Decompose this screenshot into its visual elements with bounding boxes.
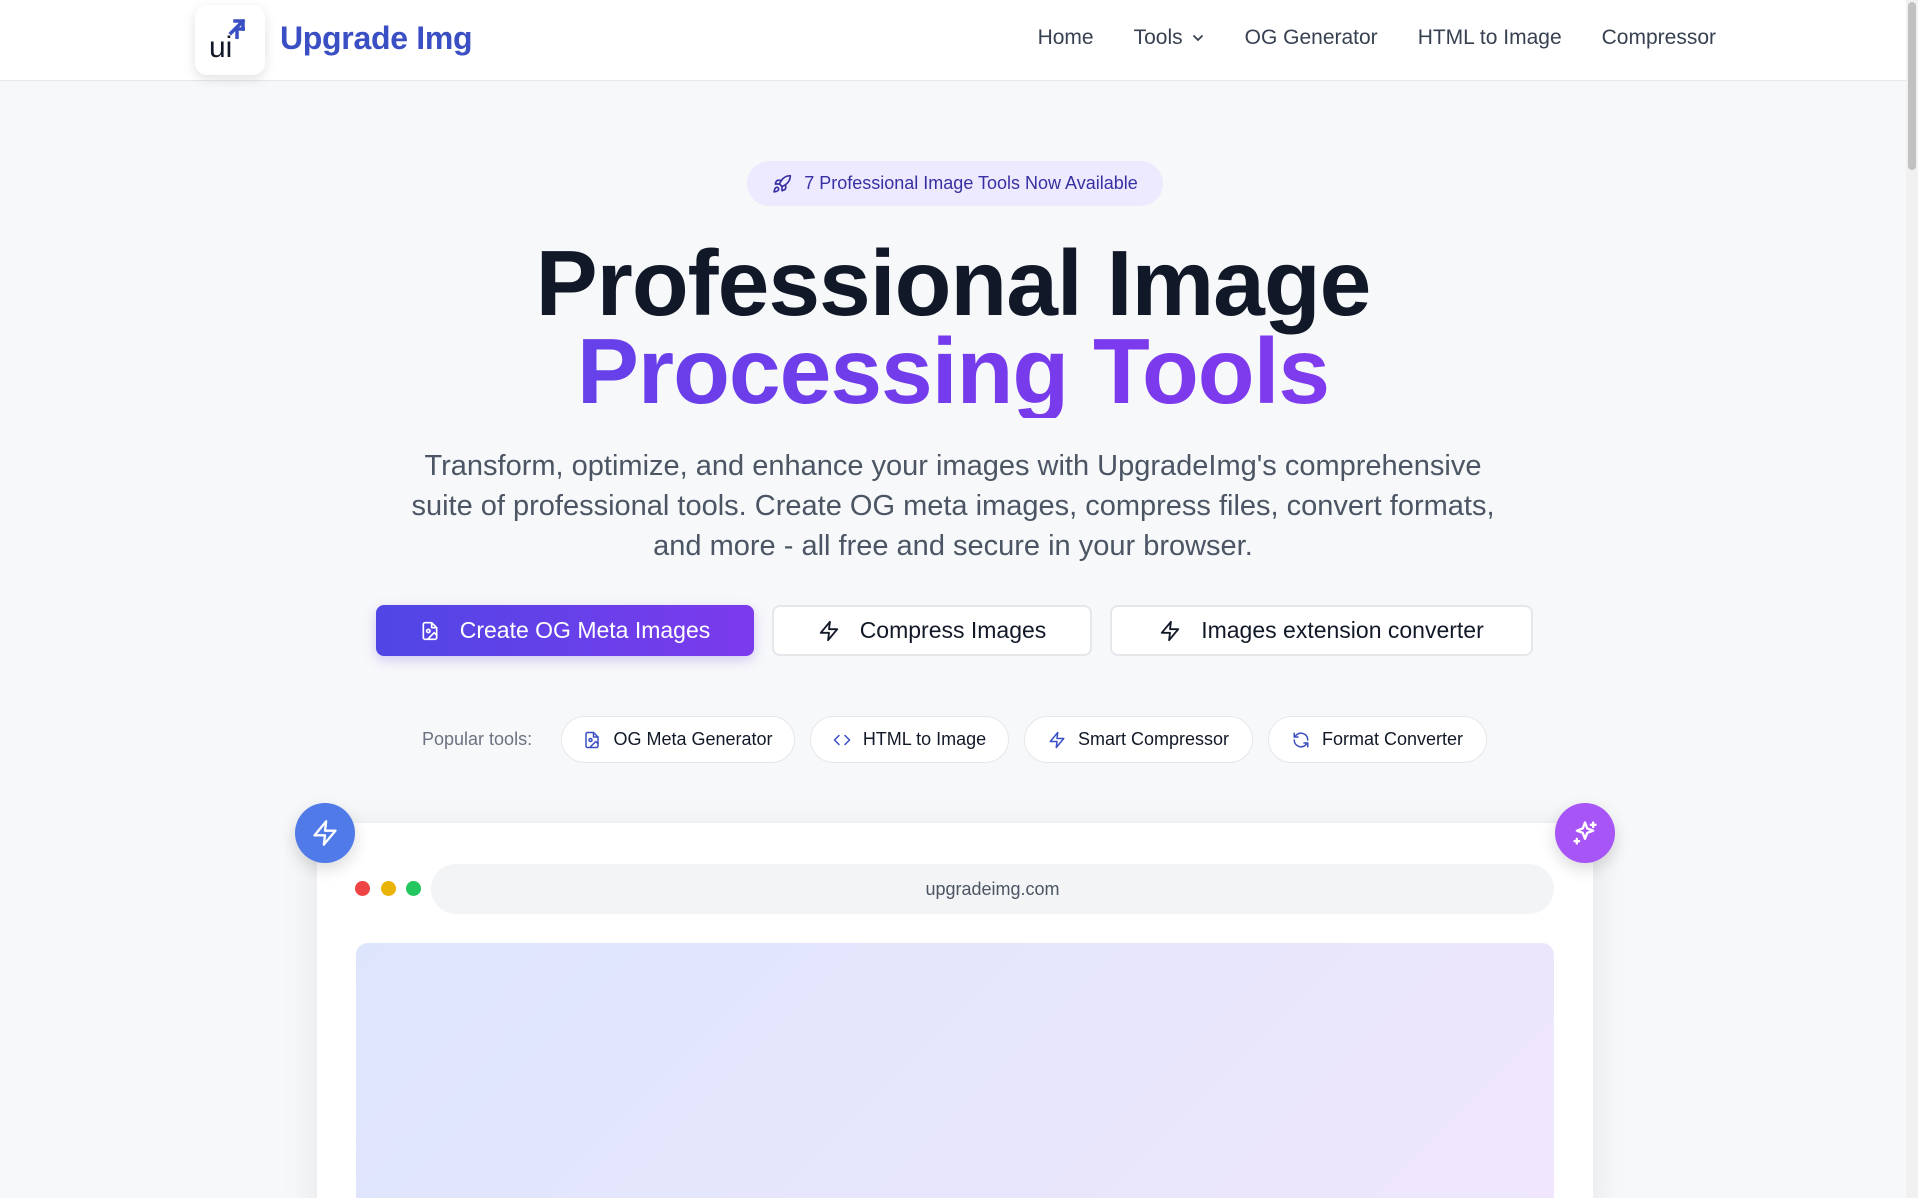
zap-icon (313, 820, 337, 846)
upgrade-logo-icon: ui (209, 19, 246, 61)
nav-html-to-image[interactable]: HTML to Image (1418, 26, 1562, 50)
floating-zap-badge (295, 803, 355, 863)
button-label: Compress Images (859, 617, 1047, 643)
nav-tools-dropdown[interactable]: Tools (1134, 26, 1205, 50)
window-close-dot (355, 881, 370, 896)
chip-label: Format Converter (1321, 729, 1464, 749)
nav-compressor[interactable]: Compressor (1602, 26, 1716, 50)
chip-label: OG Meta Generator (613, 729, 773, 749)
nav-og-generator[interactable]: OG Generator (1245, 26, 1378, 50)
chip-smart-compressor[interactable]: Smart Compressor (1024, 716, 1253, 763)
hero-description: Transform, optimize, and enhance your im… (411, 450, 1495, 562)
nav-label: OG Generator (1244, 26, 1378, 49)
chip-label: HTML to Image (862, 729, 987, 749)
chevron-down-icon (1192, 35, 1203, 42)
zap-icon (1049, 731, 1065, 748)
code-icon (833, 734, 851, 745)
image-file-icon (422, 621, 438, 640)
main-nav: Home Tools OG Generator HTML to Image Co… (1038, 26, 1716, 50)
image-file-icon (585, 731, 600, 748)
logo[interactable]: ui (195, 5, 265, 75)
sparkles-icon (1573, 821, 1597, 845)
floating-sparkles-badge (1555, 803, 1615, 863)
window-maximize-dot (406, 881, 421, 896)
scrollbar[interactable] (1906, 0, 1918, 1198)
brand-name[interactable]: Upgrade Img (280, 20, 473, 57)
refresh-icon (1293, 732, 1309, 747)
zap-icon (819, 620, 838, 641)
extension-converter-button[interactable]: Images extension converter (1110, 605, 1533, 656)
compress-images-button[interactable]: Compress Images (772, 605, 1092, 656)
nav-home[interactable]: Home (1038, 26, 1094, 50)
rocket-icon (773, 174, 792, 193)
chip-label: Smart Compressor (1077, 729, 1230, 749)
chip-og-meta-generator[interactable]: OG Meta Generator (561, 716, 795, 763)
nav-label: Home (1037, 26, 1094, 49)
nav-label: Compressor (1601, 26, 1716, 49)
hero-title-line2: Processing Tools (0, 325, 1906, 418)
preview-url-bar: upgradeimg.com (431, 864, 1554, 914)
nav-label: HTML to Image (1417, 26, 1562, 49)
site-header: ui Upgrade Img Home Tools OG Generator H… (0, 0, 1906, 81)
chip-html-to-image[interactable]: HTML to Image (810, 716, 1009, 763)
svg-text:ui: ui (209, 31, 232, 61)
chip-format-converter[interactable]: Format Converter (1268, 716, 1487, 763)
scrollbar-thumb[interactable] (1908, 2, 1916, 170)
nav-label: Tools (1133, 26, 1183, 49)
window-minimize-dot (381, 881, 396, 896)
button-label: Create OG Meta Images (459, 617, 711, 643)
announcement-badge: 7 Professional Image Tools Now Available (747, 161, 1163, 206)
button-label: Images extension converter (1201, 617, 1484, 643)
hero-title-line1: Professional Image (535, 231, 1372, 335)
preview-content (356, 943, 1554, 1198)
create-og-images-button[interactable]: Create OG Meta Images (376, 605, 754, 656)
badge-text: 7 Professional Image Tools Now Available (804, 173, 1138, 193)
zap-icon (1161, 620, 1180, 641)
preview-url: upgradeimg.com (925, 878, 1060, 899)
popular-tools-label: Popular tools: (422, 729, 533, 749)
